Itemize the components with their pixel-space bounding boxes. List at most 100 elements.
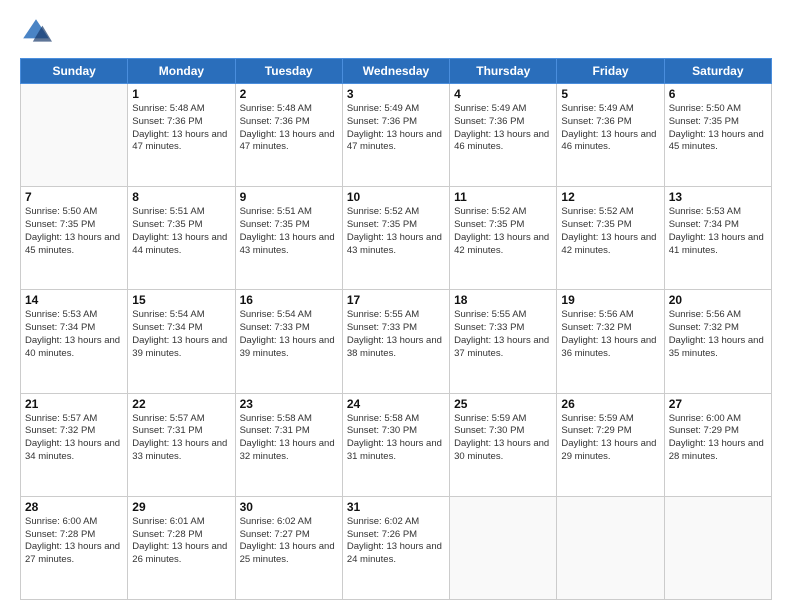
- cell-info: Sunrise: 5:53 AM Sunset: 7:34 PM Dayligh…: [25, 309, 123, 360]
- calendar-cell: 10Sunrise: 5:52 AM Sunset: 7:35 PM Dayli…: [342, 187, 449, 290]
- day-number: 24: [347, 397, 445, 411]
- calendar-table: SundayMondayTuesdayWednesdayThursdayFrid…: [20, 58, 772, 600]
- calendar-cell: 20 Sunrise: 5:56 AM Sunset: 7:32 PM Dayli…: [664, 290, 771, 393]
- calendar-cell: 8 Sunrise: 5:51 AM Sunset: 7:35 PM Daylig…: [128, 187, 235, 290]
- day-number: 28: [25, 500, 123, 514]
- day-number: 20: [669, 293, 767, 307]
- cell-info: Sunrise: 5:51 AM Sunset: 7:35 PM Dayligh…: [240, 206, 338, 257]
- calendar-cell: 24Sunrise: 5:58 AM Sunset: 7:30 PM Dayli…: [342, 393, 449, 496]
- calendar-cell: 1 Sunrise: 5:48 AM Sunset: 7:36 PM Daylig…: [128, 84, 235, 187]
- cell-info: Sunrise: 5:54 AM Sunset: 7:34 PM Dayligh…: [132, 309, 230, 360]
- day-number: 4: [454, 87, 552, 101]
- weekday-header-thursday: Thursday: [450, 59, 557, 84]
- cell-info: Sunrise: 5:56 AM Sunset: 7:32 PM Dayligh…: [561, 309, 659, 360]
- cell-info: Sunrise: 5:50 AM Sunset: 7:35 PM Dayligh…: [669, 103, 767, 154]
- calendar-cell: 21 Sunrise: 5:57 AM Sunset: 7:32 PM Dayli…: [21, 393, 128, 496]
- calendar-cell: 29 Sunrise: 6:01 AM Sunset: 7:28 PM Dayli…: [128, 496, 235, 599]
- calendar-cell: [21, 84, 128, 187]
- cell-info: Sunrise: 5:49 AM Sunset: 7:36 PM Dayligh…: [561, 103, 659, 154]
- cell-info: Sunrise: 5:55 AM Sunset: 7:33 PM Dayligh…: [454, 309, 552, 360]
- calendar-cell: 27Sunrise: 6:00 AM Sunset: 7:29 PM Dayli…: [664, 393, 771, 496]
- day-number: 31: [347, 500, 445, 514]
- calendar-cell: 26Sunrise: 5:59 AM Sunset: 7:29 PM Dayli…: [557, 393, 664, 496]
- day-number: 6: [669, 87, 767, 101]
- day-number: 17: [347, 293, 445, 307]
- logo-icon: [20, 16, 52, 48]
- logo: [20, 16, 56, 48]
- day-number: 11: [454, 190, 552, 204]
- day-number: 29: [132, 500, 230, 514]
- calendar-cell: 2 Sunrise: 5:48 AM Sunset: 7:36 PM Daylig…: [235, 84, 342, 187]
- weekday-header-monday: Monday: [128, 59, 235, 84]
- cell-info: Sunrise: 5:52 AM Sunset: 7:35 PM Dayligh…: [347, 206, 445, 257]
- calendar-cell: [450, 496, 557, 599]
- day-number: 30: [240, 500, 338, 514]
- day-number: 12: [561, 190, 659, 204]
- cell-info: Sunrise: 5:50 AM Sunset: 7:35 PM Dayligh…: [25, 206, 123, 257]
- day-number: 8: [132, 190, 230, 204]
- day-number: 23: [240, 397, 338, 411]
- week-row-4: 21 Sunrise: 5:57 AM Sunset: 7:32 PM Dayli…: [21, 393, 772, 496]
- calendar-cell: 7 Sunrise: 5:50 AM Sunset: 7:35 PM Daylig…: [21, 187, 128, 290]
- calendar-cell: 18 Sunrise: 5:55 AM Sunset: 7:33 PM Dayli…: [450, 290, 557, 393]
- cell-info: Sunrise: 5:59 AM Sunset: 7:30 PM Dayligh…: [454, 413, 552, 464]
- calendar-cell: 11 Sunrise: 5:52 AM Sunset: 7:35 PM Dayli…: [450, 187, 557, 290]
- calendar-cell: 12 Sunrise: 5:52 AM Sunset: 7:35 PM Dayli…: [557, 187, 664, 290]
- weekday-header-friday: Friday: [557, 59, 664, 84]
- cell-info: Sunrise: 5:48 AM Sunset: 7:36 PM Dayligh…: [132, 103, 230, 154]
- calendar-cell: 9Sunrise: 5:51 AM Sunset: 7:35 PM Daylig…: [235, 187, 342, 290]
- cell-info: Sunrise: 6:02 AM Sunset: 7:27 PM Dayligh…: [240, 516, 338, 567]
- cell-info: Sunrise: 5:49 AM Sunset: 7:36 PM Dayligh…: [347, 103, 445, 154]
- week-row-1: 1 Sunrise: 5:48 AM Sunset: 7:36 PM Daylig…: [21, 84, 772, 187]
- cell-info: Sunrise: 5:55 AM Sunset: 7:33 PM Dayligh…: [347, 309, 445, 360]
- weekday-header-wednesday: Wednesday: [342, 59, 449, 84]
- week-row-5: 28 Sunrise: 6:00 AM Sunset: 7:28 PM Dayli…: [21, 496, 772, 599]
- calendar-cell: 16Sunrise: 5:54 AM Sunset: 7:33 PM Dayli…: [235, 290, 342, 393]
- calendar-cell: 25 Sunrise: 5:59 AM Sunset: 7:30 PM Dayli…: [450, 393, 557, 496]
- cell-info: Sunrise: 5:54 AM Sunset: 7:33 PM Dayligh…: [240, 309, 338, 360]
- day-number: 7: [25, 190, 123, 204]
- calendar-cell: 5Sunrise: 5:49 AM Sunset: 7:36 PM Daylig…: [557, 84, 664, 187]
- weekday-header-tuesday: Tuesday: [235, 59, 342, 84]
- week-row-3: 14Sunrise: 5:53 AM Sunset: 7:34 PM Dayli…: [21, 290, 772, 393]
- calendar-cell: 15 Sunrise: 5:54 AM Sunset: 7:34 PM Dayli…: [128, 290, 235, 393]
- day-number: 15: [132, 293, 230, 307]
- day-number: 26: [561, 397, 659, 411]
- cell-info: Sunrise: 5:48 AM Sunset: 7:36 PM Dayligh…: [240, 103, 338, 154]
- cell-info: Sunrise: 6:00 AM Sunset: 7:28 PM Dayligh…: [25, 516, 123, 567]
- week-row-2: 7 Sunrise: 5:50 AM Sunset: 7:35 PM Daylig…: [21, 187, 772, 290]
- weekday-header-saturday: Saturday: [664, 59, 771, 84]
- day-number: 1: [132, 87, 230, 101]
- day-number: 21: [25, 397, 123, 411]
- header: [20, 16, 772, 48]
- cell-info: Sunrise: 5:52 AM Sunset: 7:35 PM Dayligh…: [454, 206, 552, 257]
- cell-info: Sunrise: 5:52 AM Sunset: 7:35 PM Dayligh…: [561, 206, 659, 257]
- calendar-cell: [557, 496, 664, 599]
- calendar-cell: 4 Sunrise: 5:49 AM Sunset: 7:36 PM Daylig…: [450, 84, 557, 187]
- calendar-cell: [664, 496, 771, 599]
- cell-info: Sunrise: 6:01 AM Sunset: 7:28 PM Dayligh…: [132, 516, 230, 567]
- day-number: 2: [240, 87, 338, 101]
- cell-info: Sunrise: 5:51 AM Sunset: 7:35 PM Dayligh…: [132, 206, 230, 257]
- day-number: 19: [561, 293, 659, 307]
- calendar-cell: 13Sunrise: 5:53 AM Sunset: 7:34 PM Dayli…: [664, 187, 771, 290]
- weekday-header-sunday: Sunday: [21, 59, 128, 84]
- calendar-cell: 28 Sunrise: 6:00 AM Sunset: 7:28 PM Dayli…: [21, 496, 128, 599]
- calendar-cell: 22Sunrise: 5:57 AM Sunset: 7:31 PM Dayli…: [128, 393, 235, 496]
- calendar-cell: 23 Sunrise: 5:58 AM Sunset: 7:31 PM Dayli…: [235, 393, 342, 496]
- calendar-cell: 31 Sunrise: 6:02 AM Sunset: 7:26 PM Dayli…: [342, 496, 449, 599]
- cell-info: Sunrise: 5:57 AM Sunset: 7:31 PM Dayligh…: [132, 413, 230, 464]
- cell-info: Sunrise: 5:49 AM Sunset: 7:36 PM Dayligh…: [454, 103, 552, 154]
- calendar-cell: 17 Sunrise: 5:55 AM Sunset: 7:33 PM Dayli…: [342, 290, 449, 393]
- cell-info: Sunrise: 5:56 AM Sunset: 7:32 PM Dayligh…: [669, 309, 767, 360]
- day-number: 3: [347, 87, 445, 101]
- page: SundayMondayTuesdayWednesdayThursdayFrid…: [0, 0, 792, 612]
- cell-info: Sunrise: 6:00 AM Sunset: 7:29 PM Dayligh…: [669, 413, 767, 464]
- cell-info: Sunrise: 5:57 AM Sunset: 7:32 PM Dayligh…: [25, 413, 123, 464]
- day-number: 25: [454, 397, 552, 411]
- cell-info: Sunrise: 6:02 AM Sunset: 7:26 PM Dayligh…: [347, 516, 445, 567]
- day-number: 18: [454, 293, 552, 307]
- calendar-cell: 3 Sunrise: 5:49 AM Sunset: 7:36 PM Daylig…: [342, 84, 449, 187]
- calendar-cell: 19 Sunrise: 5:56 AM Sunset: 7:32 PM Dayli…: [557, 290, 664, 393]
- cell-info: Sunrise: 5:58 AM Sunset: 7:31 PM Dayligh…: [240, 413, 338, 464]
